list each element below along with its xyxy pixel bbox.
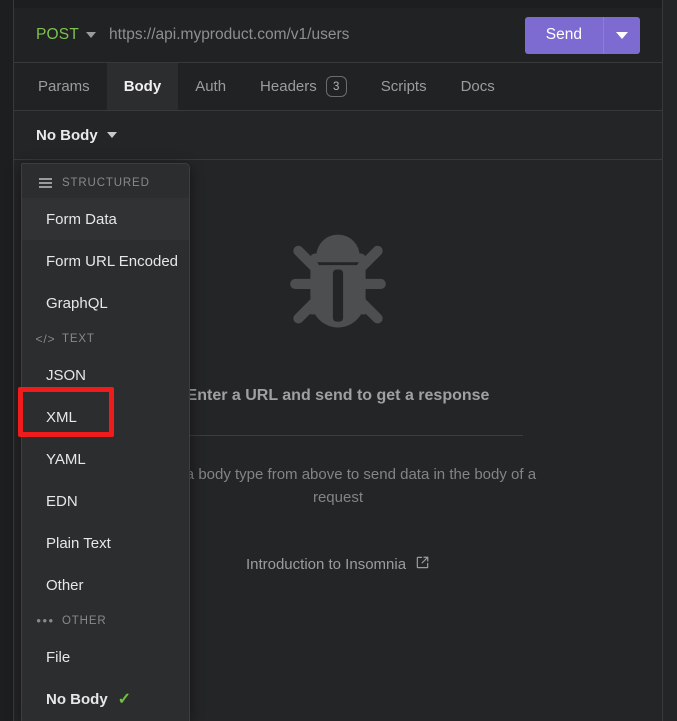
link-label: Introduction to Insomnia [245,555,407,573]
http-method-label: POST [36,26,80,43]
dropdown-item-no-body[interactable]: No Body ✓ [22,678,189,720]
placeholder-divider [153,435,523,436]
dropdown-item-yaml[interactable]: YAML [22,438,189,480]
body-type-label: No Body [36,126,98,144]
window-left-rail [0,0,14,721]
chevron-down-icon [616,31,628,39]
http-method-selector[interactable]: POST [14,26,97,44]
item-label: Other [46,576,84,594]
section-title: TEXT [62,333,95,345]
dropdown-item-edn[interactable]: EDN [22,480,189,522]
send-button[interactable]: Send [524,16,640,54]
send-button-label: Send [545,26,582,43]
tab-label: Body [123,78,162,95]
chevron-down-icon [86,32,97,38]
dropdown-item-form-url-encoded[interactable]: Form URL Encoded [22,240,189,282]
tab-label: Params [38,78,90,95]
bug-icon [263,210,413,355]
tab-label: Headers [260,78,317,95]
item-label: XML [46,408,77,426]
body-type-dropdown-trigger[interactable]: No Body [36,127,117,144]
code-icon: </> [35,332,56,346]
introduction-to-insomnia-link[interactable]: Introduction to Insomnia [246,555,430,574]
dropdown-item-xml[interactable]: XML [22,396,189,438]
section-title: OTHER [62,615,107,627]
send-options-button[interactable] [603,16,640,54]
window-top-edge [0,0,677,8]
dropdown-item-other[interactable]: Other [22,564,189,606]
tab-body[interactable]: Body [106,63,179,110]
dropdown-section-structured: STRUCTURED [22,168,189,198]
item-label: JSON [46,366,87,384]
headers-count-badge: 3 [325,76,347,97]
check-icon: ✓ [117,691,132,708]
dropdown-item-plain-text[interactable]: Plain Text [22,522,189,564]
insomnia-request-pane: POST https://api.myproduct.com/v1/users … [0,0,677,721]
hamburger-icon [38,176,53,190]
item-label: GraphQL [46,294,108,312]
tab-label: Docs [460,78,495,95]
item-label: Form URL Encoded [46,252,178,270]
chevron-down-icon [106,132,117,138]
dropdown-item-json[interactable]: JSON [22,354,189,396]
item-label: No Body [46,690,108,708]
tab-scripts[interactable]: Scripts [364,63,444,110]
tab-params[interactable]: Params [21,63,107,110]
body-type-row: No Body [14,111,662,160]
item-label: Form Data [46,210,117,228]
tab-label: Scripts [380,78,427,95]
item-label: YAML [46,450,86,468]
item-label: Plain Text [46,534,111,552]
section-title: STRUCTURED [62,177,150,189]
item-label: File [46,648,71,666]
url-bar: POST https://api.myproduct.com/v1/users … [14,8,662,63]
dropdown-section-text: </> TEXT [22,324,189,354]
tab-docs[interactable]: Docs [444,63,512,110]
url-input[interactable]: https://api.myproduct.com/v1/users [109,26,525,44]
placeholder-title: Enter a URL and send to get a response [186,387,490,404]
dropdown-section-other: ••• OTHER [22,606,189,636]
placeholder-subtitle: Select a body type from above to send da… [139,466,537,507]
dropdown-item-graphql[interactable]: GraphQL [22,282,189,324]
ellipsis-icon: ••• [36,613,55,628]
tab-auth[interactable]: Auth [178,63,243,110]
dropdown-item-file[interactable]: File [22,636,189,678]
dropdown-item-form-data[interactable]: Form Data [22,198,189,240]
tab-headers[interactable]: Headers 3 [243,63,364,110]
external-link-icon [415,555,430,574]
request-tab-bar: Params Body Auth Headers 3 Scripts Docs [14,63,662,111]
window-right-rail [662,0,677,721]
tab-label: Auth [195,78,227,95]
body-type-dropdown-menu: STRUCTURED Form Data Form URL Encoded Gr… [21,163,190,721]
item-label: EDN [46,492,78,510]
